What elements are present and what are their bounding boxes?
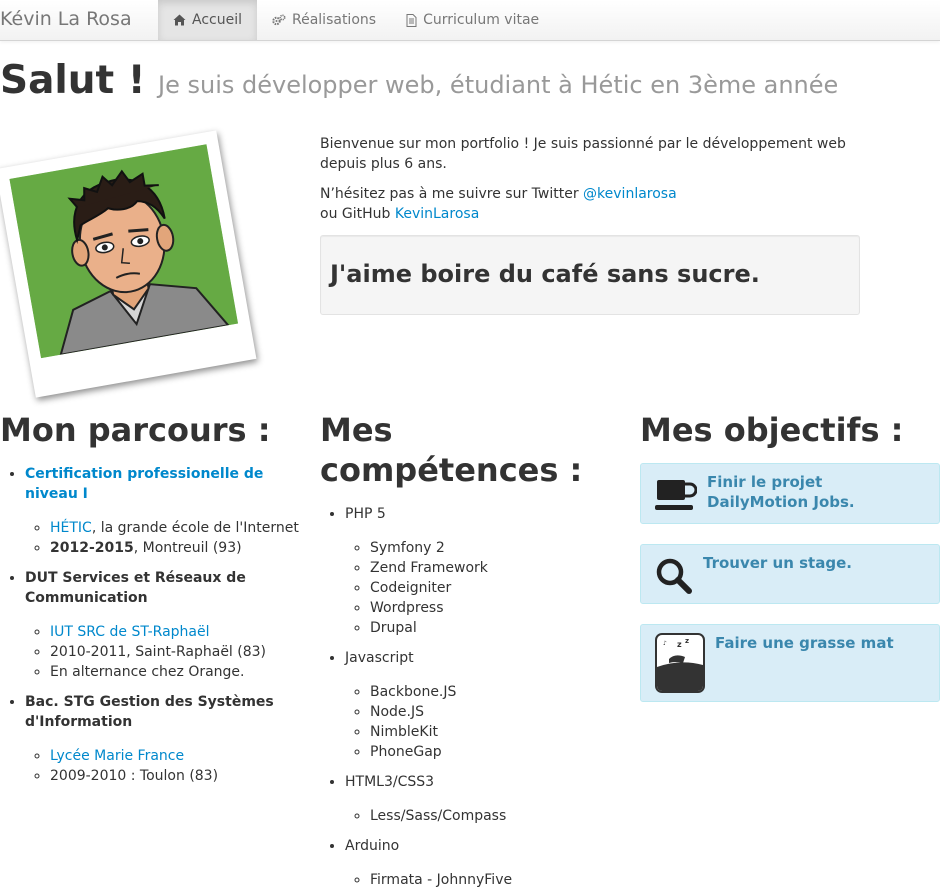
list-item: Lycée Marie France xyxy=(50,746,300,766)
parcours-item-title: Bac. STG Gestion des Systèmes d'Informat… xyxy=(25,694,274,730)
svg-text:z: z xyxy=(685,637,689,645)
list-item: Bac. STG Gestion des Systèmes d'Informat… xyxy=(25,692,300,786)
competences-section: Mes compétences : PHP 5 Symfony 2 Zend F… xyxy=(320,410,620,890)
list-item: Wordpress xyxy=(370,598,620,618)
search-icon xyxy=(655,557,693,600)
github-prefix: ou GitHub xyxy=(320,206,391,222)
skill-group-name: PHP 5 xyxy=(345,506,386,522)
competences-list: PHP 5 Symfony 2 Zend Framework Codeignit… xyxy=(320,504,620,890)
list-item: IUT SRC de ST-Raphaël xyxy=(50,622,300,642)
skill-group-name: Javascript xyxy=(345,650,414,666)
list-item: Symfony 2 xyxy=(370,538,620,558)
twitter-link[interactable]: @kevinlarosa xyxy=(583,186,677,202)
list-item: Arduino Firmata - JohnnyFive xyxy=(345,836,620,890)
list-item: Certification professionelle de niveau I… xyxy=(25,464,300,558)
nav-accueil-label: Accueil xyxy=(192,12,242,28)
nav-realisations[interactable]: Réalisations xyxy=(257,0,391,40)
list-item: 2010-2011, Saint-Raphaël (83) xyxy=(50,642,300,662)
goal-text-line1: Trouver un stage. xyxy=(703,554,852,572)
hetic-place: , Montreuil (93) xyxy=(133,540,242,556)
list-item: Zend Framework xyxy=(370,558,620,578)
follow-prefix: N’hésitez pas à me suivre sur Twitter xyxy=(320,186,579,202)
github-link[interactable]: KevinLarosa xyxy=(395,206,479,222)
welcome-paragraph: Bienvenue sur mon portfolio ! Je suis pa… xyxy=(320,136,846,172)
follow-paragraph: N’hésitez pas à me suivre sur Twitter @k… xyxy=(320,184,860,224)
hetic-years: 2012-2015 xyxy=(50,540,134,556)
main-nav: Accueil Réalisations Curriculum vitae xyxy=(158,0,554,40)
list-item: PHP 5 Symfony 2 Zend Framework Codeignit… xyxy=(345,504,620,638)
competences-title: Mes compétences : xyxy=(320,411,583,489)
list-item: Javascript Backbone.JS Node.JS NimbleKit… xyxy=(345,648,620,762)
list-item: DUT Services et Réseaux de Communication… xyxy=(25,568,300,682)
svg-text:z: z xyxy=(677,640,682,649)
parcours-title: Mon parcours : xyxy=(0,411,271,449)
goal-item-grasse-mat: z z ♪ Faire une grasse mat xyxy=(640,624,940,702)
nav-accueil[interactable]: Accueil xyxy=(158,0,257,40)
avatar xyxy=(9,144,239,359)
nav-cv[interactable]: Curriculum vitae xyxy=(391,0,554,40)
home-icon xyxy=(173,14,186,26)
goal-text-line2: DailyMotion Jobs. xyxy=(707,493,855,511)
parcours-section: Mon parcours : Certification professione… xyxy=(0,410,300,786)
goal-text-line1: Finir le projet xyxy=(707,473,823,491)
list-item: En alternance chez Orange. xyxy=(50,662,300,682)
skill-group-name: HTML3/CSS3 xyxy=(345,774,435,790)
page-subtitle: Je suis développer web, étudiant à Hétic… xyxy=(158,71,839,99)
parcours-item-title-link[interactable]: Certification professionelle de niveau I xyxy=(25,466,263,502)
nav-cv-label: Curriculum vitae xyxy=(423,12,540,28)
parcours-list: Certification professionelle de niveau I… xyxy=(0,464,300,786)
list-item: NimbleKit xyxy=(370,722,620,742)
list-item: Node.JS xyxy=(370,702,620,722)
cogs-icon xyxy=(272,14,286,26)
profile-photo-frame xyxy=(0,130,257,398)
svg-text:♪: ♪ xyxy=(663,640,667,647)
navbar: Kévin La Rosa Accueil Réalisations Curri… xyxy=(0,0,940,41)
list-item: HÉTIC, la grande école de l'Internet xyxy=(50,518,300,538)
goal-item-dailymotion: Finir le projet DailyMotion Jobs. xyxy=(640,463,940,524)
list-item: Less/Sass/Compass xyxy=(370,806,620,826)
goal-item-stage: Trouver un stage. xyxy=(640,544,940,604)
skill-group-name: Arduino xyxy=(345,838,400,854)
list-item: HTML3/CSS3 Less/Sass/Compass xyxy=(345,772,620,826)
coffee-cup-icon xyxy=(655,478,698,517)
document-icon xyxy=(406,13,417,27)
list-item: 2009-2010 : Toulon (83) xyxy=(50,766,300,786)
iut-link[interactable]: IUT SRC de ST-Raphaël xyxy=(50,624,210,640)
page-title: Salut ! xyxy=(0,58,146,103)
intro-text: Bienvenue sur mon portfolio ! Je suis pa… xyxy=(320,134,860,234)
lycee-link[interactable]: Lycée Marie France xyxy=(50,748,184,764)
list-item: Codeigniter xyxy=(370,578,620,598)
nav-realisations-label: Réalisations xyxy=(292,12,377,28)
parcours-item-title: DUT Services et Réseaux de Communication xyxy=(25,570,246,606)
list-item: Drupal xyxy=(370,618,620,638)
objectifs-section: Mes objectifs : xyxy=(640,410,940,450)
quote-text: J'aime boire du café sans sucre. xyxy=(330,260,760,288)
page-header: Salut ! Je suis développer web, étudiant… xyxy=(0,58,838,103)
list-item: PhoneGap xyxy=(370,742,620,762)
list-item: Firmata - JohnnyFive xyxy=(370,870,620,890)
list-item: 2012-2015, Montreuil (93) xyxy=(50,538,300,558)
hetic-description: , la grande école de l'Internet xyxy=(91,520,299,536)
brand-link[interactable]: Kévin La Rosa xyxy=(0,8,132,30)
quote-well: J'aime boire du café sans sucre. xyxy=(320,235,860,315)
list-item: Backbone.JS xyxy=(370,682,620,702)
objectifs-title: Mes objectifs : xyxy=(640,411,904,449)
sleeping-icon: z z ♪ xyxy=(655,633,705,698)
goal-text-line1: Faire une grasse mat xyxy=(715,634,894,652)
hetic-link[interactable]: HÉTIC xyxy=(50,520,92,536)
